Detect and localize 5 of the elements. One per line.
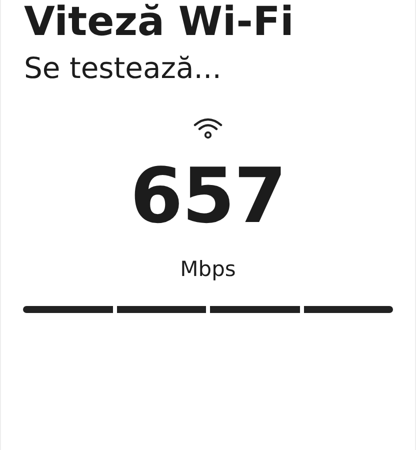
page-title: Viteză Wi-Fi [24,0,295,44]
speed-value: 657 [130,154,286,238]
speed-unit: Mbps [180,256,236,282]
wifi-icon [193,116,223,140]
status-text: Se testează... [24,50,222,86]
